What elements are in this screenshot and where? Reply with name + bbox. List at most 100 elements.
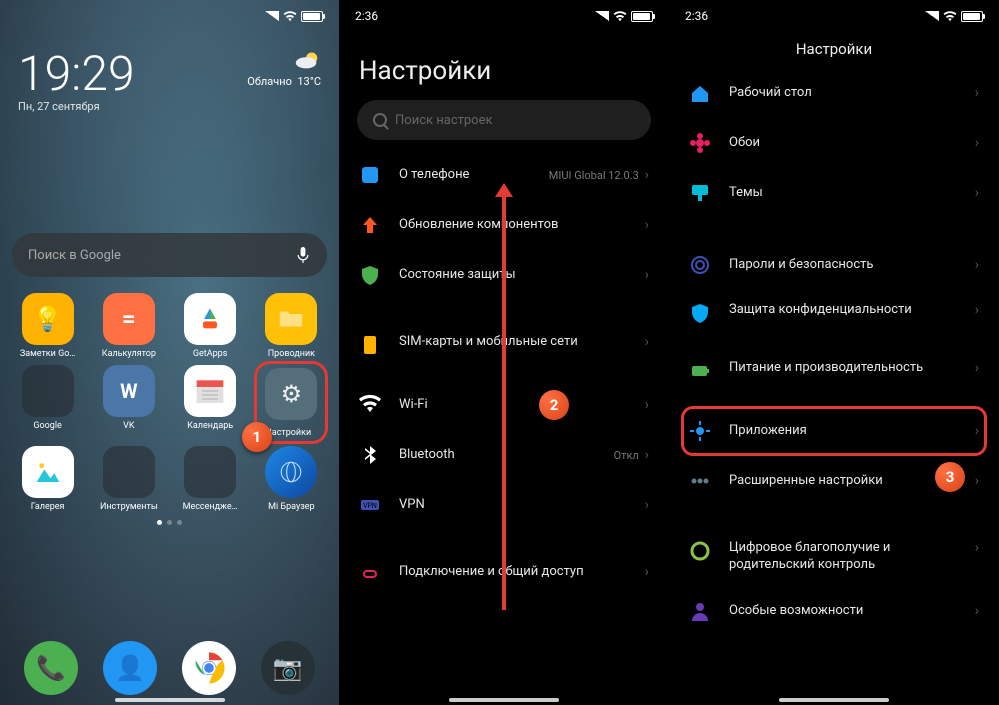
app-folder-google[interactable]: Google — [10, 365, 85, 440]
chevron-right-icon: › — [645, 497, 649, 513]
item-label: VPN — [399, 497, 645, 514]
status-bar: 2:36 — [669, 0, 999, 32]
app-mibrowser[interactable]: Mi Браузер — [254, 446, 329, 512]
chevron-right-icon: › — [645, 447, 649, 463]
item-label: Рабочий стол — [729, 85, 975, 102]
chevron-right-icon: › — [975, 185, 979, 201]
chevron-right-icon: › — [645, 397, 649, 413]
item-label: Обои — [729, 135, 975, 152]
home-icon — [689, 82, 711, 104]
svg-text:VPN: VPN — [363, 502, 377, 510]
settings-item[interactable]: Питание и производительность › — [675, 348, 993, 406]
shield-icon — [689, 302, 711, 324]
shield-icon — [359, 264, 381, 286]
gear-icon — [689, 420, 711, 442]
dock-chrome[interactable] — [182, 641, 236, 695]
person-icon — [689, 600, 711, 622]
dock-contacts[interactable]: 👤 — [103, 641, 157, 695]
batt-icon — [689, 360, 711, 382]
google-search-bar[interactable]: Поиск в Google — [12, 233, 327, 277]
page-indicator — [0, 520, 339, 525]
page-title: Настройки — [669, 32, 999, 62]
app-notes[interactable]: 💡Заметки Go… — [10, 293, 85, 359]
item-sub: Откл — [614, 449, 639, 462]
circle-icon — [689, 540, 711, 562]
settings-item[interactable]: Обои › — [675, 118, 993, 168]
vpn-icon: VPN — [359, 494, 381, 516]
item-label: Темы — [729, 185, 975, 202]
flower-icon — [689, 132, 711, 154]
home-indicator[interactable] — [115, 698, 225, 702]
link-icon — [359, 564, 381, 586]
app-vk[interactable]: WVK — [91, 365, 166, 440]
item-label: Приложения — [729, 423, 975, 440]
settings-item[interactable]: Пароли и безопасность › — [675, 240, 993, 290]
wifi-icon — [613, 10, 627, 22]
signal-icon — [265, 11, 279, 21]
page-title: Настройки — [339, 32, 669, 100]
chevron-right-icon: › — [975, 302, 979, 318]
chevron-right-icon: › — [975, 423, 979, 439]
item-sub: MIUI Global 12.0.3 — [549, 169, 639, 182]
settings-search[interactable]: Поиск настроек — [357, 100, 651, 140]
settings-item[interactable]: Защита конфиденциальности › — [675, 290, 993, 348]
settings-item[interactable]: Темы › — [675, 168, 993, 218]
search-icon — [373, 113, 387, 127]
status-time: 2:36 — [685, 9, 708, 23]
bt-icon — [359, 444, 381, 466]
settings-item[interactable]: Цифровое благополучие и родительский кон… — [675, 528, 993, 586]
app-files[interactable]: Проводник — [254, 293, 329, 359]
settings-item[interactable]: Рабочий стол › — [675, 68, 993, 118]
item-label: Подключение и общий доступ — [399, 564, 645, 581]
status-time: 2:36 — [355, 9, 378, 23]
item-label: SIM-карты и мобильные сети — [399, 334, 645, 351]
weather-widget[interactable]: Облачно 13°C — [247, 50, 321, 88]
settings-screen-2: 2:36 Настройки Рабочий стол › Обои › Тем… — [669, 0, 999, 705]
settings-item[interactable]: Приложения › — [675, 406, 993, 456]
item-label: Питание и производительность — [729, 360, 975, 377]
battery-icon — [631, 11, 653, 22]
chevron-right-icon: › — [975, 603, 979, 619]
home-indicator[interactable] — [779, 698, 889, 702]
dots-icon — [689, 470, 711, 492]
status-bar — [0, 0, 339, 32]
item-label: Bluetooth — [399, 447, 614, 464]
app-calendar[interactable]: Календарь — [173, 365, 248, 440]
scroll-arrow — [502, 195, 506, 610]
chevron-right-icon: › — [645, 167, 649, 183]
step-badge-3: 3 — [935, 462, 965, 492]
finger-icon — [689, 254, 711, 276]
battery-icon — [961, 11, 983, 22]
item-label: Защита конфиденциальности — [729, 302, 975, 319]
mic-icon[interactable] — [295, 247, 311, 263]
step-badge-1: 1 — [242, 422, 272, 452]
signal-icon — [595, 11, 609, 21]
item-label: О телефоне — [399, 167, 549, 184]
chevron-right-icon: › — [975, 135, 979, 151]
dock-camera[interactable]: 📷 — [261, 641, 315, 695]
item-label: Состояние защиты — [399, 267, 645, 284]
chevron-right-icon: › — [645, 217, 649, 233]
brush-icon — [689, 182, 711, 204]
date: Пн, 27 сентября — [18, 100, 321, 113]
chevron-right-icon: › — [975, 360, 979, 376]
wifi-icon — [359, 394, 381, 416]
chevron-right-icon: › — [975, 540, 979, 556]
app-settings[interactable]: ⚙Настройки 1 — [254, 365, 329, 440]
item-label: Пароли и безопасность — [729, 257, 975, 274]
item-label: Wi-Fi — [399, 397, 645, 414]
app-folder-tools[interactable]: Инструменты — [91, 446, 166, 512]
app-calculator[interactable]: =Калькулятор — [91, 293, 166, 359]
battery-icon — [301, 11, 323, 22]
settings-list: Рабочий стол › Обои › Темы › Пароли и бе… — [669, 68, 999, 636]
app-gallery[interactable]: Галерея — [10, 446, 85, 512]
settings-item[interactable]: Особые возможности › — [675, 586, 993, 636]
wifi-icon — [283, 10, 297, 22]
chevron-right-icon: › — [645, 334, 649, 350]
app-folder-messengers[interactable]: Мессендже… — [173, 446, 248, 512]
app-getapps[interactable]: GetApps — [173, 293, 248, 359]
settings-screen-1: 2:36 Настройки Поиск настроек О телефоне… — [339, 0, 669, 705]
home-indicator[interactable] — [449, 698, 559, 702]
chevron-right-icon: › — [645, 564, 649, 580]
dock-phone[interactable]: 📞 — [24, 641, 78, 695]
